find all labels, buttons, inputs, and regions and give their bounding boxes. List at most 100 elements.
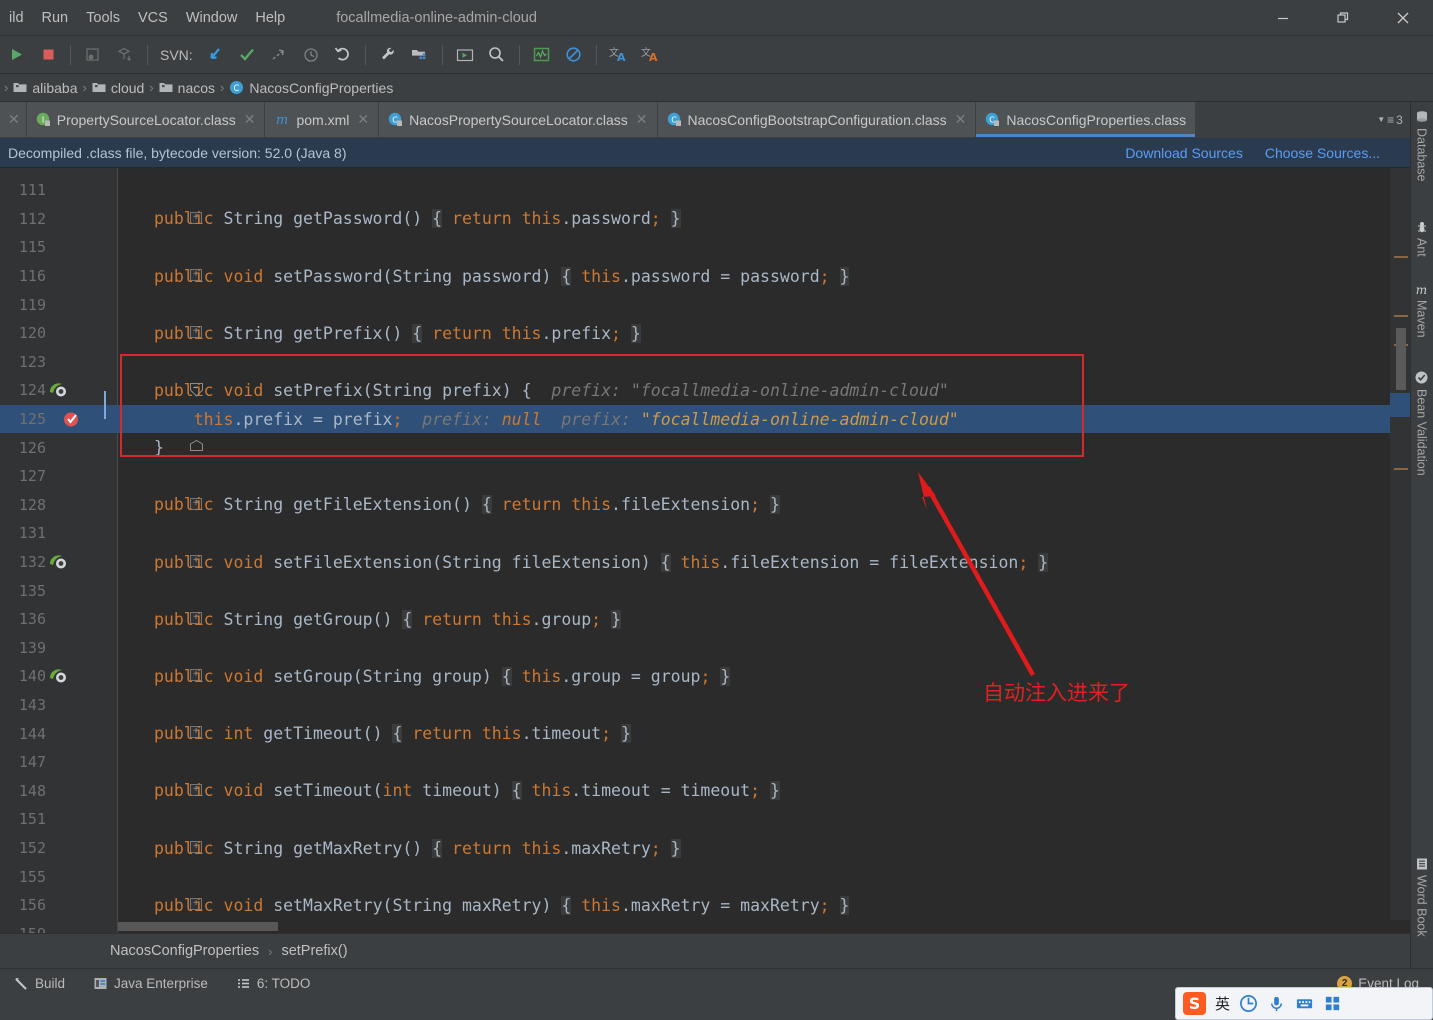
close-icon[interactable]: ✕ [955,111,967,128]
code-line[interactable]: 119 [0,290,1410,319]
menu-window[interactable]: Window [177,7,247,29]
sogou-ime-bar[interactable]: S 英 [1175,987,1433,1020]
monitor-button[interactable] [526,40,558,70]
tab-close-leftmost[interactable]: ✕ [0,102,27,137]
code-line[interactable]: 115 [0,233,1410,262]
update-project-button[interactable] [109,40,141,70]
ime-apps-icon[interactable] [1323,994,1342,1013]
rail-item-bean-validation[interactable]: Bean Validation [1410,370,1433,476]
marker-track[interactable] [1390,168,1410,933]
breadcrumb-item-cloud[interactable]: cloud [89,80,147,96]
line-number[interactable]: 136 [0,610,46,628]
line-number[interactable]: 119 [0,296,46,314]
svn-update-button[interactable] [199,40,231,70]
code-line[interactable]: 144 + public int getTimeout() { return thi… [0,719,1410,748]
line-number[interactable]: 112 [0,210,46,228]
line-number[interactable]: 132 [0,553,46,571]
close-icon[interactable]: ✕ [357,111,369,128]
run-button[interactable] [0,40,32,70]
code-line[interactable]: 151 [0,805,1410,834]
menu-build[interactable]: ild [0,7,33,29]
code-line[interactable]: 116 + public void setPassword(String passw… [0,262,1410,291]
project-structure-button[interactable] [404,40,436,70]
status-java-enterprise[interactable]: Java Enterprise [79,976,222,991]
fold-end-icon[interactable] [190,440,203,452]
code-line[interactable]: 125 this.prefix = prefix; prefix: null p… [0,404,1410,434]
code-text[interactable]: public void setTimeout(int timeout) { th… [154,781,780,801]
tab-overflow-button[interactable]: ▼ ≡ 3 [1370,102,1410,137]
rail-item-database[interactable]: Database [1410,110,1433,182]
svn-history-button[interactable] [295,40,327,70]
code-text[interactable]: public String getPrefix() { return this.… [154,323,641,343]
line-number[interactable]: 148 [0,782,46,800]
rail-item-ant[interactable]: Ant [1410,220,1433,257]
line-number[interactable]: 127 [0,467,46,485]
breadcrumb-item-alibaba[interactable]: alibaba [10,80,80,96]
status-todo[interactable]: 6: TODO [222,976,325,991]
code-line[interactable]: 140 + public void setGroup(String group) {… [0,662,1410,691]
code-line[interactable]: 131 [0,519,1410,548]
line-number[interactable]: 155 [0,868,46,886]
stop-button[interactable] [32,40,64,70]
line-number[interactable]: 144 [0,725,46,743]
settings-button[interactable] [372,40,404,70]
line-number[interactable]: 152 [0,839,46,857]
code-line[interactable]: 111 [0,176,1410,205]
line-number[interactable]: 115 [0,238,46,256]
sogou-logo[interactable]: S [1183,992,1206,1015]
code-text[interactable]: public void setPassword(String password)… [154,266,850,286]
code-line[interactable]: 123 [0,348,1410,377]
code-text[interactable]: public void setFileExtension(String file… [154,552,1049,572]
code-line[interactable]: 147 [0,748,1410,777]
line-number[interactable]: 139 [0,639,46,657]
spring-bean-icon[interactable] [48,553,70,571]
code-line[interactable]: 124 public void setPrefix(String prefix) … [0,376,1410,405]
code-line[interactable]: 143 [0,691,1410,720]
code-line[interactable]: 135 [0,576,1410,605]
status-build[interactable]: Build [0,976,79,991]
code-line[interactable]: 120 + public String getPrefix() { return t… [0,319,1410,348]
spring-bean-icon[interactable] [48,667,70,685]
gutter-spring-bean[interactable] [48,553,74,573]
svn-revert-button[interactable] [327,40,359,70]
code-line[interactable]: 128 + public String getFileExtension() { r… [0,491,1410,520]
line-number[interactable]: 159 [0,925,46,933]
gutter-breakpoint[interactable] [62,409,88,429]
code-line[interactable]: 136 + public String getGroup() { return th… [0,605,1410,634]
tab-nacos-config-properties[interactable]: C NacosConfigProperties.class [976,102,1197,137]
line-number[interactable]: 131 [0,524,46,542]
menu-run[interactable]: Run [33,7,78,29]
ime-keyboard-icon[interactable] [1295,994,1314,1013]
line-number[interactable]: 120 [0,324,46,342]
disable-button[interactable] [558,40,590,70]
nav-class-name[interactable]: NacosConfigProperties [110,943,259,959]
code-editor[interactable]: 111 112 + public String getPassword() { ret… [0,168,1410,933]
tab-nacos-config-bootstrap-configuration[interactable]: C NacosConfigBootstrapConfiguration.clas… [657,102,977,137]
gutter-spring-bean[interactable] [48,381,74,401]
code-line[interactable]: 126} [0,433,1410,462]
code-line[interactable]: 152 + public String getMaxRetry() { return… [0,834,1410,863]
code-text[interactable]: public String getGroup() { return this.g… [154,609,621,629]
search-everywhere-button[interactable] [481,40,513,70]
tab-property-source-locator[interactable]: I PropertySourceLocator.class ✕ [26,102,266,137]
line-number[interactable]: 147 [0,753,46,771]
code-text[interactable]: public void setPrefix(String prefix) { p… [154,381,949,400]
line-number[interactable]: 123 [0,353,46,371]
code-text[interactable]: this.prefix = prefix; prefix: null prefi… [154,410,959,429]
code-line[interactable]: 112 + public String getPassword() { return… [0,205,1410,234]
code-text[interactable]: public String getMaxRetry() { return thi… [154,838,681,858]
line-number[interactable]: 143 [0,696,46,714]
download-sources-link[interactable]: Download Sources [1125,145,1243,161]
close-icon[interactable]: ✕ [244,111,256,128]
breadcrumb-item-nacos[interactable]: nacos [156,80,218,96]
gutter-spring-bean[interactable] [48,667,74,687]
nav-method-name[interactable]: setPrefix() [281,943,347,959]
breadcrumb-item-class[interactable]: C NacosConfigProperties [226,80,396,96]
code-text[interactable]: public void setGroup(String group) { thi… [154,666,731,686]
tab-pom-xml[interactable]: m pom.xml ✕ [265,102,380,137]
line-number[interactable]: 116 [0,267,46,285]
svn-commit-button[interactable] [231,40,263,70]
code-line[interactable]: 127 [0,462,1410,491]
error-marker[interactable] [1394,468,1408,470]
code-text[interactable]: public String getFileExtension() { retur… [154,495,780,515]
